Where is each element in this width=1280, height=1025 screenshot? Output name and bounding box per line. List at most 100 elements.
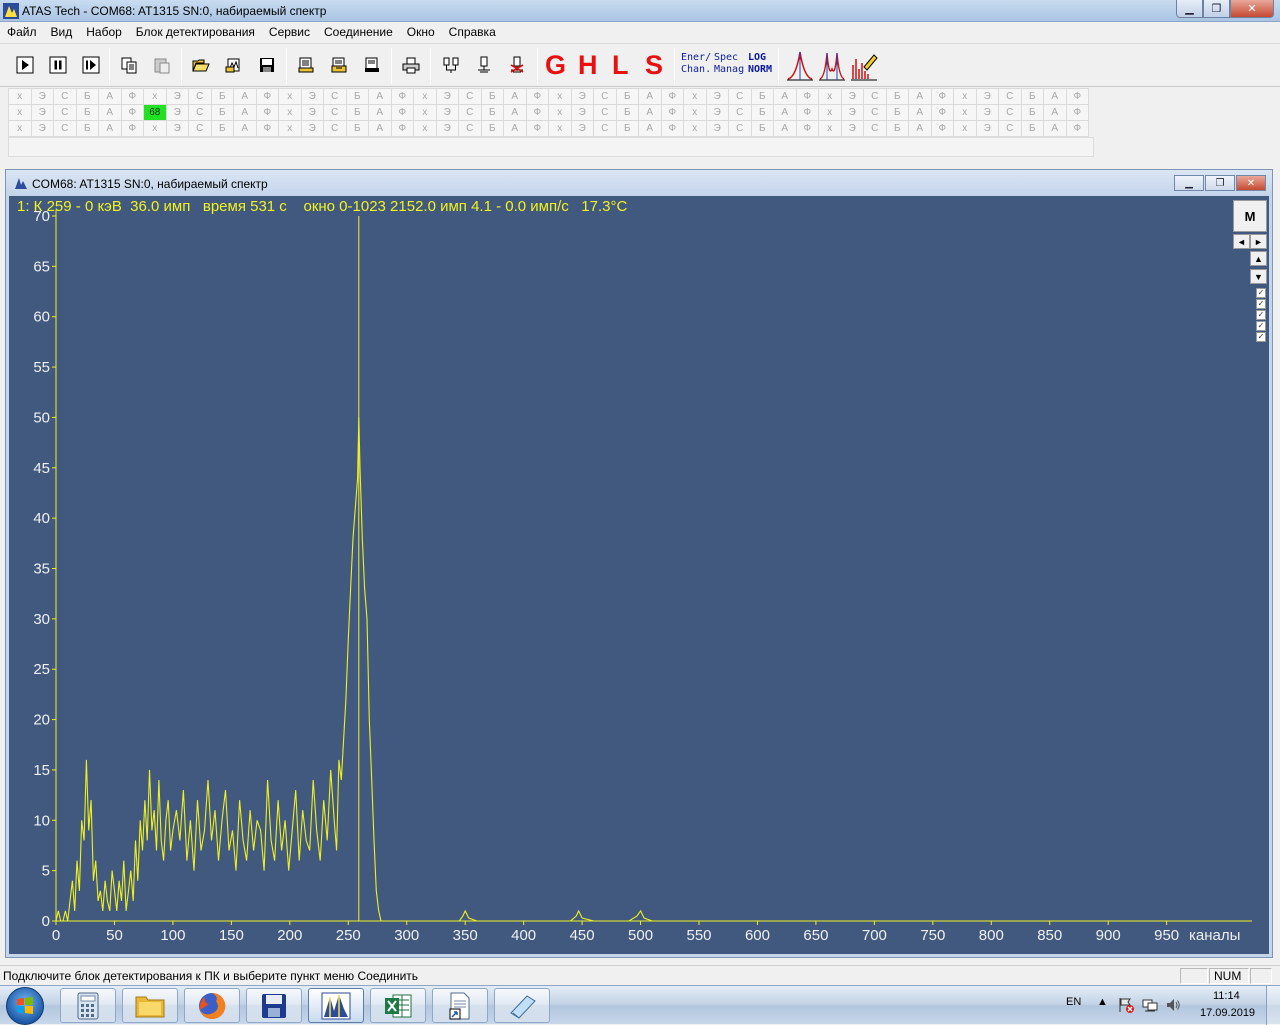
- detector-grid-cell[interactable]: Ф: [390, 88, 414, 105]
- detector-grid-cell[interactable]: Б: [480, 120, 504, 137]
- detector-grid-cell[interactable]: Б: [75, 88, 99, 105]
- detector-grid-cell[interactable]: х: [143, 88, 167, 105]
- spectrum-checkbox-2[interactable]: ✓: [1256, 299, 1266, 309]
- spectrum-close-button[interactable]: ✕: [1236, 175, 1266, 191]
- peak-fit-button[interactable]: [818, 49, 846, 81]
- detector-grid-cell[interactable]: С: [728, 88, 752, 105]
- s-button[interactable]: S: [645, 50, 663, 81]
- menu-connection[interactable]: Соединение: [317, 22, 400, 42]
- detector-grid-cell[interactable]: Ф: [255, 104, 279, 121]
- detector-grid-cell[interactable]: х: [413, 104, 437, 121]
- detector-grid-cell[interactable]: Э: [705, 120, 729, 137]
- start-acquisition-button[interactable]: [14, 54, 36, 76]
- spectrum-checkbox-4[interactable]: ✓: [1256, 321, 1266, 331]
- import-button[interactable]: [328, 54, 350, 76]
- taskbar-shortcut[interactable]: [432, 988, 488, 1023]
- detector-grid-cell[interactable]: Б: [885, 120, 909, 137]
- menu-acquisition[interactable]: Набор: [79, 22, 129, 42]
- detector-grid-cell[interactable]: Ф: [795, 104, 819, 121]
- detector-grid-cell[interactable]: С: [458, 88, 482, 105]
- detector-grid-cell[interactable]: Ф: [390, 120, 414, 137]
- detector-grid-cell[interactable]: Ф: [1065, 104, 1089, 121]
- detector-grid-cell[interactable]: х: [278, 88, 302, 105]
- detector-grid-cell[interactable]: Б: [750, 120, 774, 137]
- detector-grid-cell[interactable]: Э: [300, 88, 324, 105]
- detector-grid-cell[interactable]: Б: [210, 88, 234, 105]
- detector-grid-cell[interactable]: Ф: [525, 120, 549, 137]
- scale-up-button[interactable]: ▲: [1250, 251, 1267, 266]
- spectrum-checkbox-1[interactable]: ✓: [1256, 288, 1266, 298]
- spectrum-checkbox-5[interactable]: ✓: [1256, 332, 1266, 342]
- detector-grid-cell[interactable]: А: [1043, 120, 1067, 137]
- detector-grid-cell[interactable]: С: [53, 104, 77, 121]
- spectrum-manager-button[interactable]: Spec Manag: [714, 52, 744, 76]
- detector-grid-cell[interactable]: Э: [840, 104, 864, 121]
- step-acquisition-button[interactable]: [80, 54, 102, 76]
- detector-grid-cell[interactable]: Э: [300, 104, 324, 121]
- detector-grid-cell[interactable]: Ф: [120, 104, 144, 121]
- detector-grid-cell[interactable]: А: [368, 88, 392, 105]
- detector-grid-cell[interactable]: С: [188, 104, 212, 121]
- detector-grid-cell[interactable]: х: [818, 88, 842, 105]
- detector-grid-cell[interactable]: Б: [480, 104, 504, 121]
- tray-language[interactable]: EN: [1066, 996, 1081, 1008]
- detector-grid-cell[interactable]: х: [953, 104, 977, 121]
- detector-grid-cell[interactable]: Ф: [1065, 120, 1089, 137]
- detector-grid-cell[interactable]: Э: [975, 88, 999, 105]
- detector-grid-cell[interactable]: Б: [750, 104, 774, 121]
- detector-grid-cell[interactable]: А: [638, 120, 662, 137]
- paste-button[interactable]: [151, 54, 173, 76]
- detector-grid-cell[interactable]: А: [638, 104, 662, 121]
- detector-grid-cell[interactable]: х: [278, 104, 302, 121]
- spectrum-checkbox-3[interactable]: ✓: [1256, 310, 1266, 320]
- detector-grid-cell[interactable]: х: [413, 120, 437, 137]
- detector-grid-cell[interactable]: Э: [30, 88, 54, 105]
- detector-grid-cell[interactable]: С: [593, 88, 617, 105]
- print-button[interactable]: [400, 54, 422, 76]
- detector-grid-cell[interactable]: А: [233, 104, 257, 121]
- g-button[interactable]: G: [545, 50, 566, 81]
- detector-grid-cell[interactable]: х: [8, 104, 32, 121]
- l-button[interactable]: L: [612, 50, 629, 81]
- detector-grid-cell[interactable]: Ф: [390, 104, 414, 121]
- detector-grid-cell[interactable]: Э: [570, 104, 594, 121]
- detector-grid-cell[interactable]: Ф: [255, 88, 279, 105]
- detector-grid-cell[interactable]: Ф: [1065, 88, 1089, 105]
- tray-action-center-icon[interactable]: [1118, 997, 1134, 1013]
- detector-grid-cell[interactable]: Э: [165, 104, 189, 121]
- detector-grid-cell[interactable]: Э: [30, 104, 54, 121]
- detector-grid-cell[interactable]: Б: [1020, 120, 1044, 137]
- tray-clock-date[interactable]: 17.09.2019: [1200, 1007, 1255, 1019]
- tray-network-icon[interactable]: [1142, 997, 1158, 1013]
- detector-grid-cell[interactable]: А: [368, 104, 392, 121]
- detector-grid-cell[interactable]: Э: [570, 88, 594, 105]
- energy-channel-button[interactable]: Ener/ Chan.: [681, 52, 711, 76]
- menu-window[interactable]: Окно: [400, 22, 442, 42]
- detector-grid-cell[interactable]: х: [143, 120, 167, 137]
- detector-grid-cell[interactable]: С: [863, 88, 887, 105]
- detector-grid-cell[interactable]: Э: [705, 104, 729, 121]
- peak-search-button[interactable]: [786, 49, 814, 81]
- menu-help[interactable]: Справка: [442, 22, 503, 42]
- detector-grid-cell[interactable]: А: [503, 104, 527, 121]
- detector-grid-cell[interactable]: А: [98, 88, 122, 105]
- taskbar-explorer[interactable]: [122, 988, 178, 1023]
- detector-grid-cell[interactable]: С: [593, 104, 617, 121]
- save-button[interactable]: [256, 54, 278, 76]
- detector-grid-cell[interactable]: Б: [480, 88, 504, 105]
- detector-grid-cell[interactable]: Э: [435, 88, 459, 105]
- detector-grid-cell[interactable]: Ф: [120, 88, 144, 105]
- detector-grid-cell[interactable]: х: [818, 104, 842, 121]
- detector-grid-cell[interactable]: А: [98, 104, 122, 121]
- detector-grid-cell[interactable]: Б: [210, 104, 234, 121]
- detector-grid-cell[interactable]: х: [413, 88, 437, 105]
- export-button[interactable]: [361, 54, 383, 76]
- menu-service[interactable]: Сервис: [262, 22, 317, 42]
- detector-grid-cell[interactable]: Б: [615, 104, 639, 121]
- detector-grid-cell[interactable]: А: [908, 104, 932, 121]
- detector-grid-cell[interactable]: Ф: [795, 120, 819, 137]
- detector-grid-cell[interactable]: Ф: [930, 104, 954, 121]
- detector-grid-cell[interactable]: А: [1043, 104, 1067, 121]
- detector-grid-cell[interactable]: х: [683, 104, 707, 121]
- close-button[interactable]: ✕: [1230, 0, 1274, 18]
